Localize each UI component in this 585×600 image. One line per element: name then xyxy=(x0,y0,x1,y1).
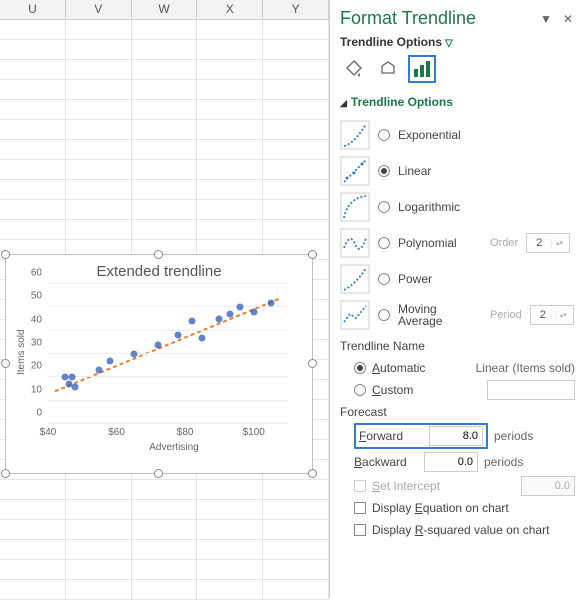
x-axis-label: Advertising xyxy=(36,442,312,453)
option-linear[interactable]: Linear xyxy=(340,153,575,189)
resize-handle-se[interactable] xyxy=(308,469,317,478)
trendline-options-section-header[interactable]: ◢Trendline Options xyxy=(340,95,575,109)
checkbox-display-equation[interactable] xyxy=(354,502,366,514)
spreadsheet-area[interactable]: U V W X Y Extended trendline Items sold … xyxy=(0,0,330,598)
option-exponential[interactable]: Exponential xyxy=(340,117,575,153)
col-u[interactable]: U xyxy=(0,0,66,19)
col-y[interactable]: Y xyxy=(263,0,329,19)
intercept-field xyxy=(521,476,575,496)
chart-plot-area[interactable]: 0102030405060$40$60$80$100 xyxy=(48,284,288,424)
radio-automatic[interactable] xyxy=(354,362,366,374)
panel-dropdown-icon[interactable]: ▼ xyxy=(539,12,553,26)
radio-logarithmic[interactable] xyxy=(378,201,390,213)
data-point[interactable] xyxy=(130,351,137,358)
data-point[interactable] xyxy=(69,374,76,381)
data-point[interactable] xyxy=(175,332,182,339)
trendline-options-tab-icon[interactable] xyxy=(408,55,436,83)
trendline-options-dropdown[interactable]: Trendline Options▽ xyxy=(340,35,575,49)
chart-title[interactable]: Extended trendline xyxy=(6,263,312,280)
option-polynomial[interactable]: Polynomial Order ▴▾ xyxy=(340,225,575,261)
col-w[interactable]: W xyxy=(132,0,198,19)
fill-line-tab-icon[interactable] xyxy=(340,55,368,83)
format-trendline-panel: Format Trendline ▼ ✕ Trendline Options▽ … xyxy=(330,0,585,598)
checkbox-display-r-squared[interactable] xyxy=(354,524,366,536)
data-point[interactable] xyxy=(106,358,113,365)
data-point[interactable] xyxy=(226,311,233,318)
resize-handle-w[interactable] xyxy=(1,359,10,368)
trendline-name-label: Trendline Name xyxy=(340,339,575,353)
resize-handle-nw[interactable] xyxy=(1,250,10,259)
data-point[interactable] xyxy=(237,304,244,311)
radio-power[interactable] xyxy=(378,273,390,285)
checkbox-set-intercept[interactable] xyxy=(354,480,366,492)
backward-field[interactable] xyxy=(424,452,478,472)
data-point[interactable] xyxy=(154,341,161,348)
resize-handle-sw[interactable] xyxy=(1,469,10,478)
option-logarithmic[interactable]: Logarithmic xyxy=(340,189,575,225)
radio-moving-average[interactable] xyxy=(378,309,390,321)
forecast-label: Forecast xyxy=(340,405,575,419)
option-power[interactable]: Power xyxy=(340,261,575,297)
data-point[interactable] xyxy=(189,318,196,325)
data-point[interactable] xyxy=(267,299,274,306)
radio-custom[interactable] xyxy=(354,384,366,396)
resize-handle-s[interactable] xyxy=(154,469,163,478)
resize-handle-e[interactable] xyxy=(308,359,317,368)
panel-title: Format Trendline xyxy=(340,8,531,29)
data-point[interactable] xyxy=(96,367,103,374)
forward-highlight: Forward xyxy=(354,423,488,449)
radio-linear[interactable] xyxy=(378,165,390,177)
trendline[interactable] xyxy=(48,284,288,424)
resize-handle-ne[interactable] xyxy=(308,250,317,259)
automatic-label: utomatic xyxy=(380,361,425,375)
radio-exponential[interactable] xyxy=(378,129,390,141)
order-spinner: ▴▾ xyxy=(526,233,570,253)
forward-field[interactable] xyxy=(429,426,483,446)
resize-handle-n[interactable] xyxy=(154,250,163,259)
data-point[interactable] xyxy=(72,383,79,390)
col-x[interactable]: X xyxy=(197,0,263,19)
period-spinner: ▴▾ xyxy=(530,305,574,325)
radio-polynomial[interactable] xyxy=(378,237,390,249)
col-v[interactable]: V xyxy=(66,0,132,19)
column-headers: U V W X Y xyxy=(0,0,329,20)
embedded-chart[interactable]: Extended trendline Items sold 0102030405… xyxy=(5,254,313,474)
option-moving-average[interactable]: Moving Average Period ▴▾ xyxy=(340,297,575,333)
effects-tab-icon[interactable] xyxy=(374,55,402,83)
panel-close-icon[interactable]: ✕ xyxy=(561,12,575,26)
data-point[interactable] xyxy=(250,309,257,316)
y-axis-label: Items sold xyxy=(16,329,27,375)
custom-name-field[interactable] xyxy=(487,380,575,400)
data-point[interactable] xyxy=(216,316,223,323)
data-point[interactable] xyxy=(199,334,206,341)
automatic-name-value: Linear (Items sold) xyxy=(448,361,575,375)
